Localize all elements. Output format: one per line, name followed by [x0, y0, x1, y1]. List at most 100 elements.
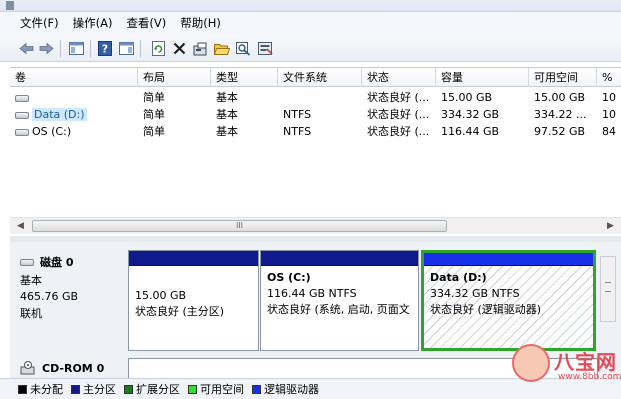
show-hide-console-tree-icon[interactable]: [68, 40, 85, 57]
partition-data-d[interactable]: Data (D:) 334.32 GB NTFS 状态良好 (逻辑驱动器): [421, 250, 596, 351]
partition-title: OS (C:): [267, 271, 311, 284]
scrollbar-thumb[interactable]: III: [32, 220, 447, 232]
refresh-icon[interactable]: [150, 40, 167, 57]
volume-layout: 简单: [143, 108, 165, 121]
volume-layout: 简单: [143, 91, 165, 104]
legend-label: 主分区: [83, 383, 116, 396]
partition-size: 334.32 GB NTFS: [430, 287, 520, 300]
legend-label: 逻辑驱动器: [264, 383, 319, 396]
forward-arrow-icon[interactable]: [38, 40, 55, 57]
toolbar: ?: [0, 34, 621, 62]
column-header-status[interactable]: 状态: [362, 68, 436, 87]
column-header-type[interactable]: 类型: [211, 68, 278, 87]
volume-icon: [15, 111, 29, 119]
properties-icon[interactable]: [192, 40, 209, 57]
scroll-right-arrow-icon[interactable]: ▶: [602, 218, 619, 234]
column-header-percent[interactable]: %: [597, 68, 621, 87]
volume-capacity: 334.32 GB: [441, 108, 500, 121]
partition-status: 状态良好 (系统, 启动, 页面文: [267, 303, 410, 316]
volume-type: 基本: [216, 125, 238, 138]
legend-swatch: [252, 384, 261, 394]
volume-percent: 84: [602, 125, 616, 138]
partition-color-bar: [424, 253, 593, 266]
volume-free-space: 334.22 ...: [534, 108, 587, 121]
disk-0-label[interactable]: 磁盘 0 基本 465.76 GB 联机: [10, 248, 126, 351]
search-icon[interactable]: [235, 40, 252, 57]
disk-icon: [20, 258, 34, 266]
volume-percent: 10: [602, 108, 616, 121]
partition-size: 116.44 GB NTFS: [267, 287, 357, 300]
legend-item: 逻辑驱动器: [252, 381, 319, 397]
explore-icon[interactable]: [257, 40, 274, 57]
back-arrow-icon[interactable]: [18, 40, 35, 57]
menu-help[interactable]: 帮助(H): [180, 15, 221, 31]
volume-free-space: 97.52 GB: [534, 125, 586, 138]
partition-unlabeled[interactable]: 15.00 GB 状态良好 (主分区): [128, 250, 259, 351]
volume-percent: 10: [602, 91, 616, 104]
menu-action[interactable]: 操作(A): [73, 15, 113, 31]
partition-title: Data (D:): [430, 271, 487, 284]
horizontal-scrollbar[interactable]: ◀ III ▶: [10, 217, 621, 234]
legend-label: 扩展分区: [136, 383, 180, 396]
toolbar-separator: [90, 40, 91, 57]
partition-size: 15.00 GB: [135, 289, 187, 302]
scroll-grip-icon: [605, 282, 611, 292]
volume-layout: 简单: [143, 125, 165, 138]
delete-icon[interactable]: [171, 40, 188, 57]
partition-color-bar: [261, 251, 418, 266]
legend-item: 主分区: [71, 381, 116, 397]
partition-color-bar: [129, 251, 258, 266]
table-row[interactable]: Data (D:) 简单 基本 NTFS 状态良好 (... 334.32 GB…: [10, 106, 621, 123]
svg-text:?: ?: [101, 43, 107, 56]
menu-file[interactable]: 文件(F): [20, 15, 59, 31]
legend-label: 可用空间: [200, 383, 244, 396]
disk-type: 基本: [20, 274, 42, 287]
partition-status: 状态良好 (逻辑驱动器): [430, 303, 542, 316]
watermark-url: www.8bb.com: [558, 372, 621, 382]
volume-capacity: 116.44 GB: [441, 125, 500, 138]
action-pane-icon[interactable]: [118, 40, 135, 57]
app-icon: [6, 1, 14, 10]
volume-name: Data (D:): [32, 108, 87, 121]
disk-state: 联机: [20, 307, 42, 320]
menu-view[interactable]: 查看(V): [126, 15, 166, 31]
cdrom-icon: [20, 361, 35, 375]
open-folder-icon[interactable]: [213, 40, 230, 57]
column-header-layout[interactable]: 布局: [138, 68, 211, 87]
disk-size: 465.76 GB: [20, 290, 79, 303]
cdrom-title: CD-ROM 0: [42, 361, 105, 375]
watermark-logo: 八宝网 www.8bb.com: [512, 342, 621, 394]
column-header-volume[interactable]: 卷: [10, 68, 138, 87]
volume-icon: [15, 128, 29, 136]
volume-icon: [15, 94, 29, 102]
legend-swatch: [18, 384, 27, 394]
partition-status: 状态良好 (主分区): [135, 305, 225, 318]
toolbar-separator: [140, 40, 141, 57]
column-header-capacity[interactable]: 容量: [436, 68, 529, 87]
volume-filesystem: [278, 89, 362, 106]
legend-swatch: [188, 384, 197, 394]
legend-swatch: [71, 384, 80, 394]
table-row[interactable]: OS (C:) 简单 基本 NTFS 状态良好 (... 116.44 GB 9…: [10, 123, 621, 140]
volume-status: 状态良好 (...: [367, 108, 430, 121]
volume-type: 基本: [216, 91, 238, 104]
menubar: 文件(F) 操作(A) 查看(V) 帮助(H): [0, 12, 621, 34]
table-row[interactable]: 简单 基本 状态良好 (... 15.00 GB 15.00 GB 10: [10, 89, 621, 106]
scroll-left-arrow-icon[interactable]: ◀: [12, 218, 29, 234]
volume-capacity: 15.00 GB: [441, 91, 493, 104]
volume-status: 状态良好 (...: [367, 91, 430, 104]
volume-filesystem: NTFS: [283, 125, 312, 138]
volume-name: OS (C:): [32, 125, 72, 138]
partition-os-c[interactable]: OS (C:) 116.44 GB NTFS 状态良好 (系统, 启动, 页面文: [260, 250, 419, 351]
column-header-free-space[interactable]: 可用空间: [529, 68, 597, 87]
watermark-text: 八宝网: [554, 350, 617, 374]
vertical-scrollbar[interactable]: [600, 256, 616, 322]
legend-item: 可用空间: [188, 381, 244, 397]
help-icon[interactable]: ?: [96, 40, 113, 57]
legend-label: 未分配: [30, 383, 63, 396]
column-header-filesystem[interactable]: 文件系统: [278, 68, 362, 87]
volume-list-header: 卷 布局 类型 文件系统 状态 容量 可用空间 %: [10, 67, 621, 87]
legend-item: 未分配: [18, 381, 63, 397]
volume-filesystem: NTFS: [283, 108, 312, 121]
mascot-face-icon: [512, 344, 550, 382]
